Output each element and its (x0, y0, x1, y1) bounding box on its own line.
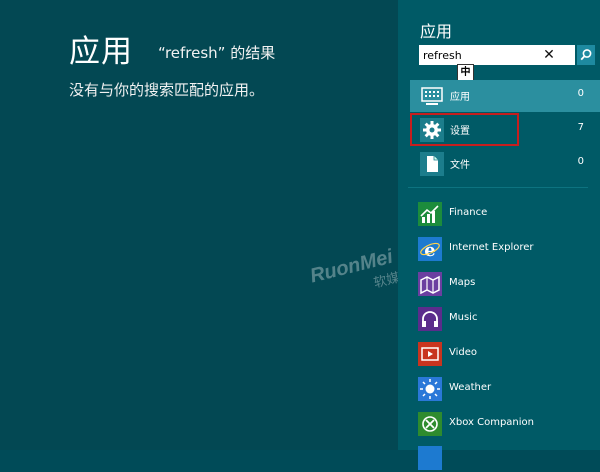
app-label: Music (449, 312, 478, 323)
apps-icon (420, 84, 444, 108)
xbox-icon (418, 412, 442, 436)
app-music[interactable]: Music (418, 307, 598, 333)
category-count: 0 (577, 88, 584, 99)
category-count: 7 (577, 122, 584, 133)
search-pane-title: 应用 (420, 22, 453, 41)
no-results-message: 没有与你的搜索匹配的应用。 (69, 81, 265, 99)
app-maps[interactable]: Maps (418, 272, 598, 298)
app-video[interactable]: Video (418, 342, 598, 368)
category-apps[interactable]: 应用 0 (410, 80, 600, 112)
app-internet-explorer[interactable]: e Internet Explorer (418, 237, 598, 263)
app-label: Maps (449, 277, 476, 288)
ime-indicator: 中 (457, 64, 474, 81)
clear-icon[interactable]: ✕ (541, 46, 557, 64)
category-files[interactable]: 文件 0 (410, 148, 600, 180)
app-label: Weather (449, 382, 492, 393)
app-label: Internet Explorer (449, 242, 534, 253)
finance-icon (418, 202, 442, 226)
file-icon (420, 152, 444, 176)
search-input[interactable] (419, 45, 543, 65)
search-pane: 应用 ✕ 中 应用 0 (398, 0, 600, 470)
category-label: 应用 (450, 92, 470, 103)
search-icon (580, 49, 592, 61)
search-box[interactable]: ✕ (419, 45, 595, 65)
page-title: 应用 (69, 34, 133, 70)
category-label: 文件 (450, 160, 470, 171)
sun-icon (418, 377, 442, 401)
category-count: 0 (577, 156, 584, 167)
app-label: Video (449, 347, 478, 358)
results-area: 应用 “refresh” 的结果 没有与你的搜索匹配的应用。 (0, 0, 398, 450)
maps-icon (418, 272, 442, 296)
search-button[interactable] (577, 45, 595, 65)
app-label: Xbox Companion (449, 417, 534, 428)
highlight-box (410, 113, 519, 146)
query-results-heading: “refresh” 的结果 (158, 44, 276, 62)
video-icon (418, 342, 442, 366)
headphones-icon (418, 307, 442, 331)
app-label: Finance (449, 207, 488, 218)
divider (408, 187, 588, 188)
app-weather[interactable]: Weather (418, 377, 598, 403)
app-xbox-companion[interactable]: Xbox Companion (418, 412, 598, 438)
ie-icon: e (418, 237, 442, 261)
app-finance[interactable]: Finance (418, 202, 598, 228)
